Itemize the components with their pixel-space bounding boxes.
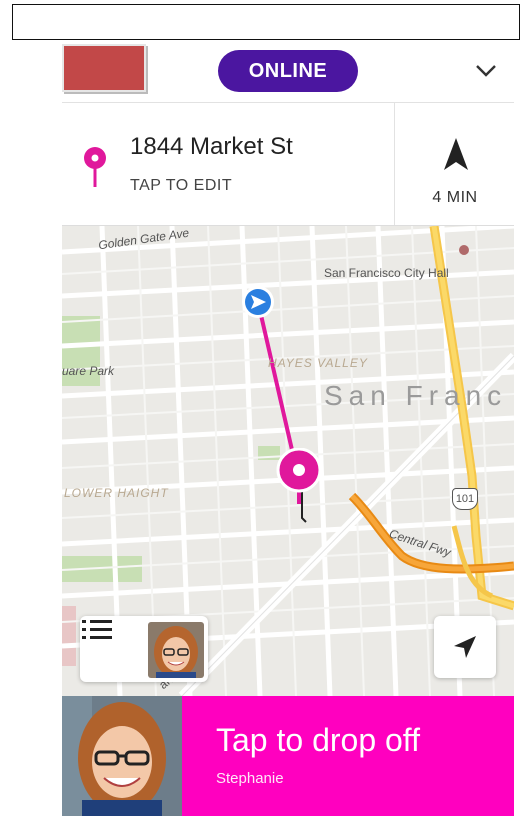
chevron-down-icon[interactable] xyxy=(474,60,498,80)
list-icon xyxy=(82,620,112,639)
destination-address[interactable]: 1844 Market St xyxy=(130,133,293,161)
locate-me-icon xyxy=(454,636,476,658)
map-label-park: uare Park xyxy=(62,364,115,378)
map-label-hayes-valley: HAYES VALLEY xyxy=(268,356,368,370)
drop-off-button[interactable]: Tap to drop off Stephanie xyxy=(62,696,514,816)
trip-list-button[interactable] xyxy=(80,616,208,682)
drop-off-label: Tap to drop off xyxy=(216,722,420,758)
navigate-button[interactable]: 4 MIN xyxy=(394,103,514,225)
rider-photo xyxy=(62,696,182,816)
driver-app: ONLINE 1844 Market St TAP TO EDIT 4 MIN xyxy=(62,44,514,816)
map-label-city-hall: San Francisco City Hall xyxy=(324,266,449,280)
rider-photo-image xyxy=(62,696,182,816)
highway-shield: 101 xyxy=(452,488,478,510)
rider-thumbnail-image xyxy=(148,622,204,678)
destination-panel[interactable]: 1844 Market St TAP TO EDIT 4 MIN xyxy=(62,103,514,226)
rider-thumbnail[interactable] xyxy=(148,622,204,678)
online-status-toggle[interactable]: ONLINE xyxy=(218,50,358,92)
map-view[interactable]: Golden Gate Ave San Francisco City Hall … xyxy=(62,226,514,696)
browser-bar xyxy=(12,4,520,40)
location-pin-icon xyxy=(84,147,106,187)
locate-me-button[interactable] xyxy=(434,616,496,678)
app-header: ONLINE xyxy=(62,44,514,102)
tap-to-edit-hint: TAP TO EDIT xyxy=(130,177,233,194)
eta-minutes: 4 MIN xyxy=(432,189,478,206)
driver-location-icon xyxy=(242,286,274,318)
navigation-arrow-icon xyxy=(444,138,468,170)
dropoff-pin-icon xyxy=(276,448,322,504)
map-label-city: San Franc xyxy=(324,380,508,411)
app-logo xyxy=(62,44,146,92)
rider-name: Stephanie xyxy=(216,770,284,787)
map-label-lower-haight: LOWER HAIGHT xyxy=(64,486,169,500)
